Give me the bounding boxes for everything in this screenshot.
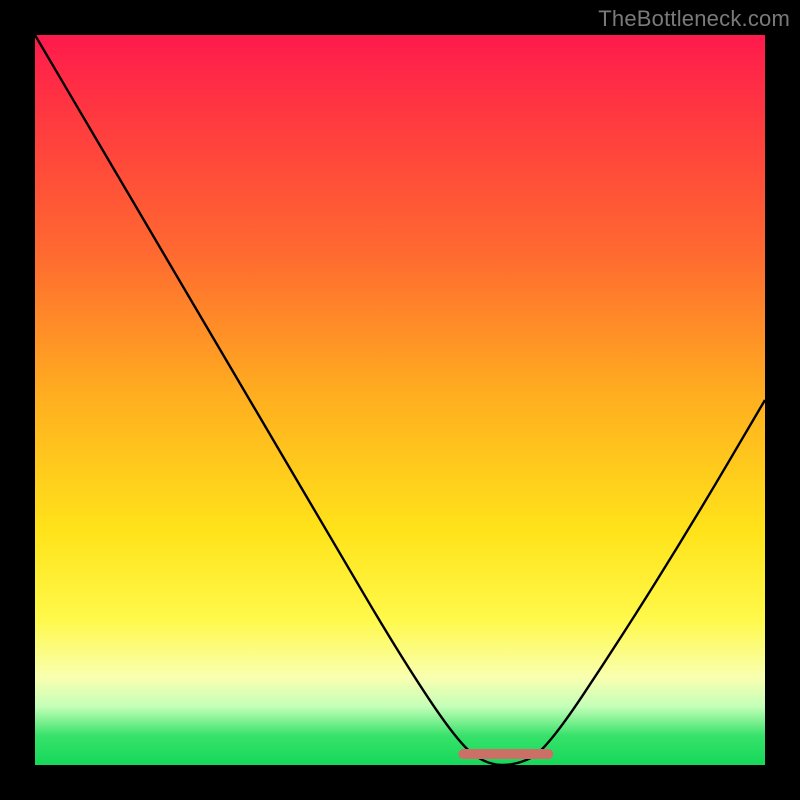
- optimal-range-marker: [458, 749, 553, 759]
- curve-overlay: [35, 35, 765, 765]
- plot-area: [35, 35, 765, 765]
- bottleneck-curve: [35, 35, 765, 765]
- watermark-text: TheBottleneck.com: [598, 6, 790, 32]
- chart-frame: TheBottleneck.com: [0, 0, 800, 800]
